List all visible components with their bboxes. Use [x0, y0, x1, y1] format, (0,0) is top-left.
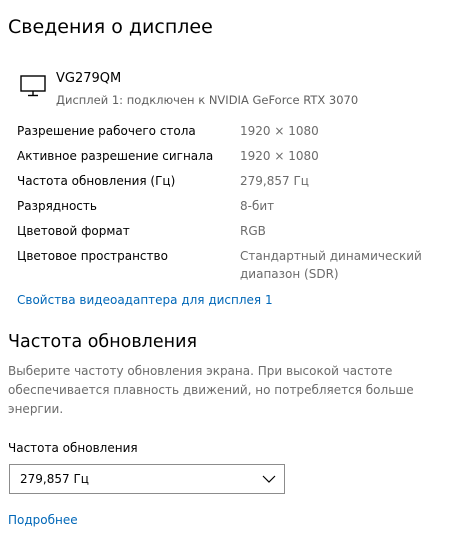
- refresh-description-line3: энергии.: [8, 402, 64, 416]
- refresh-description-line2: обеспечивается плавность движений, но по…: [8, 383, 414, 397]
- adapter-properties-link[interactable]: Свойства видеоадаптера для дисплея 1: [17, 291, 273, 309]
- desktop-resolution-value: 1920 × 1080: [240, 124, 319, 138]
- color-format-value: RGB: [240, 224, 266, 238]
- bit-depth-value: 8-бит: [240, 199, 275, 213]
- desktop-resolution-label: Разрешение рабочего стола: [17, 124, 196, 138]
- color-space-value-line1: Стандартный динамический: [240, 249, 422, 263]
- color-space-label: Цветовое пространство: [17, 249, 168, 263]
- refresh-rate-dropdown[interactable]: 279,857 Гц: [9, 464, 285, 494]
- page-title: Сведения о дисплее: [8, 16, 213, 38]
- refresh-rate-section-title: Частота обновления: [8, 332, 197, 352]
- color-space-value-line2: диапазон (SDR): [240, 267, 339, 281]
- active-signal-resolution-label: Активное разрешение сигнала: [17, 149, 214, 163]
- monitor-icon: [20, 75, 46, 97]
- color-format-label: Цветовой формат: [17, 224, 130, 238]
- bit-depth-label: Разрядность: [17, 199, 97, 213]
- refresh-rate-label: Частота обновления (Гц): [17, 174, 176, 188]
- chevron-down-icon: [262, 475, 276, 483]
- monitor-connection: Дисплей 1: подключен к NVIDIA GeForce RT…: [56, 93, 359, 107]
- refresh-rate-selected-value: 279,857 Гц: [20, 472, 89, 486]
- learn-more-link[interactable]: Подробнее: [8, 511, 78, 529]
- refresh-rate-value: 279,857 Гц: [240, 174, 309, 188]
- refresh-rate-field-label: Частота обновления: [8, 441, 138, 455]
- monitor-name: VG279QM: [56, 71, 122, 86]
- refresh-description-line1: Выберите частоту обновления экрана. При …: [8, 364, 393, 378]
- active-signal-resolution-value: 1920 × 1080: [240, 149, 319, 163]
